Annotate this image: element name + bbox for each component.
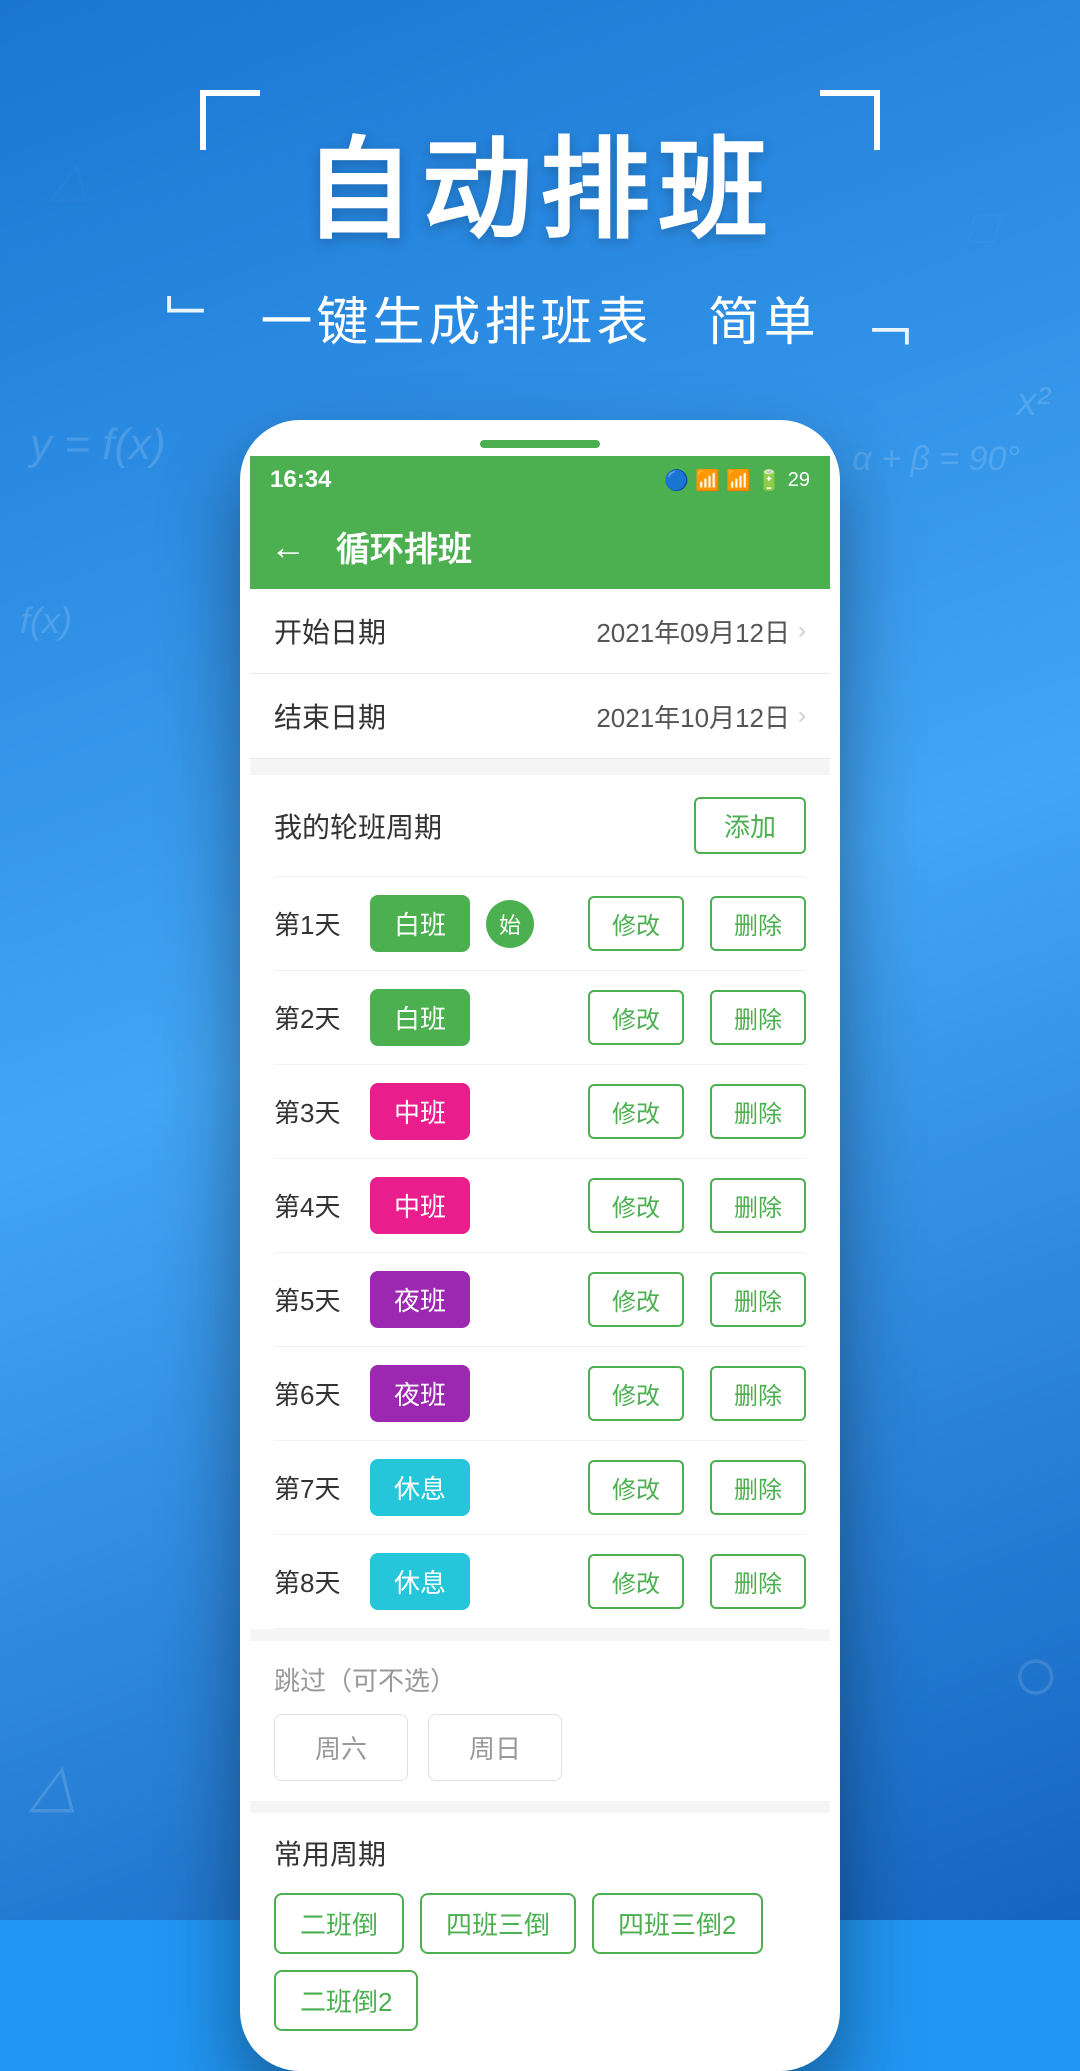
day-label: 第3天 — [274, 1093, 354, 1130]
shift-badge: 白班 — [370, 989, 470, 1046]
page-title: 循环排班 — [336, 522, 472, 571]
skip-sunday[interactable]: 周日 — [428, 1714, 562, 1781]
delete-button[interactable]: 删除 — [710, 990, 806, 1045]
day-label: 第7天 — [274, 1469, 354, 1506]
skip-title: 跳过（可不选） — [274, 1661, 806, 1698]
start-date-value-container: 2021年09月12日 › — [596, 613, 806, 650]
shift-badge: 休息 — [370, 1459, 470, 1516]
status-time: 16:34 — [270, 466, 331, 494]
back-button[interactable]: ← — [270, 526, 306, 568]
start-date-chevron: › — [798, 617, 806, 645]
edit-button[interactable]: 修改 — [588, 1178, 684, 1233]
wifi-icon: 📶 — [726, 468, 751, 493]
delete-button[interactable]: 删除 — [710, 1460, 806, 1515]
end-date-row[interactable]: 结束日期 2021年10月12日 › — [250, 674, 830, 759]
day-row: 第3天中班 修改删除 — [274, 1065, 806, 1159]
hero-subtitle: ﹂ 一键生成排班表 简单 ﹁ — [0, 280, 1080, 355]
period-tag[interactable]: 二班倒 — [274, 1893, 404, 1954]
period-tag[interactable]: 四班三倒 — [420, 1893, 576, 1954]
day-row: 第4天中班 修改删除 — [274, 1159, 806, 1253]
end-date-chevron: › — [798, 702, 806, 730]
edit-button[interactable]: 修改 — [588, 1084, 684, 1139]
status-bar: 16:34 🔵 📶 📶 🔋 29 — [250, 456, 830, 504]
day-row: 第6天夜班 修改删除 — [274, 1347, 806, 1441]
shift-badge: 中班 — [370, 1177, 470, 1234]
shift-badge: 夜班 — [370, 1271, 470, 1328]
phone-mockup-container: 16:34 🔵 📶 📶 🔋 29 ← 循环排班 开始日期 2021年09月12日… — [240, 420, 840, 2071]
edit-button[interactable]: 修改 — [588, 1366, 684, 1421]
day-row: 第1天白班始 修改删除 — [274, 877, 806, 971]
day-label: 第6天 — [274, 1375, 354, 1412]
day-row: 第2天白班 修改删除 — [274, 971, 806, 1065]
day-label: 第5天 — [274, 1281, 354, 1318]
hero-subtitle-text: 一键生成排班表 简单 — [260, 294, 838, 352]
day-row: 第5天夜班 修改删除 — [274, 1253, 806, 1347]
delete-button[interactable]: 删除 — [710, 1366, 806, 1421]
hero-section: 自动排班 ﹂ 一键生成排班表 简单 ﹁ — [0, 100, 1080, 355]
end-date-value: 2021年10月12日 — [596, 698, 790, 735]
delete-button[interactable]: 删除 — [710, 1178, 806, 1233]
battery-icon: 🔋 — [757, 468, 782, 493]
shift-badge: 夜班 — [370, 1365, 470, 1422]
app-header: ← 循环排班 — [250, 504, 830, 589]
day-label: 第8天 — [274, 1563, 354, 1600]
day-label: 第1天 — [274, 905, 354, 942]
end-date-label: 结束日期 — [274, 696, 386, 736]
schedule-header: 我的轮班周期 添加 — [274, 775, 806, 877]
period-tags: 二班倒四班三倒四班三倒2 二班倒2 — [274, 1893, 806, 2031]
skip-options: 周六 周日 — [274, 1714, 806, 1781]
day-label: 第4天 — [274, 1187, 354, 1224]
bracket-left: ﹂ — [166, 294, 222, 352]
edit-button[interactable]: 修改 — [588, 896, 684, 951]
edit-button[interactable]: 修改 — [588, 1554, 684, 1609]
edit-button[interactable]: 修改 — [588, 990, 684, 1045]
add-shift-button[interactable]: 添加 — [694, 797, 806, 854]
shift-badge: 中班 — [370, 1083, 470, 1140]
phone-mockup: 16:34 🔵 📶 📶 🔋 29 ← 循环排班 开始日期 2021年09月12日… — [240, 420, 840, 2071]
edit-button[interactable]: 修改 — [588, 1460, 684, 1515]
delete-button[interactable]: 删除 — [710, 1272, 806, 1327]
section-separator-1 — [250, 759, 830, 775]
common-periods-title: 常用周期 — [274, 1833, 806, 1873]
shift-badge: 白班 — [370, 895, 470, 952]
end-date-value-container: 2021年10月12日 › — [596, 698, 806, 735]
day-label: 第2天 — [274, 999, 354, 1036]
content-area: 开始日期 2021年09月12日 › 结束日期 2021年10月12日 › 我的… — [250, 589, 830, 2051]
delete-button[interactable]: 删除 — [710, 1554, 806, 1609]
period-tag[interactable]: 二班倒2 — [274, 1970, 418, 2031]
day-rows-container: 第1天白班始修改删除第2天白班修改删除第3天中班修改删除第4天中班修改删除第5天… — [274, 877, 806, 1629]
phone-speaker — [480, 440, 600, 448]
day-row: 第7天休息 修改删除 — [274, 1441, 806, 1535]
start-badge: 始 — [486, 900, 534, 948]
bracket-right: ﹁ — [858, 294, 914, 352]
signal-icon: 📶 — [695, 468, 720, 493]
period-tag[interactable]: 四班三倒2 — [592, 1893, 762, 1954]
start-date-row[interactable]: 开始日期 2021年09月12日 › — [250, 589, 830, 674]
skip-saturday[interactable]: 周六 — [274, 1714, 408, 1781]
skip-section: 跳过（可不选） 周六 周日 — [250, 1641, 830, 1801]
status-icons: 🔵 📶 📶 🔋 29 — [664, 468, 810, 493]
schedule-section-title: 我的轮班周期 — [274, 806, 442, 846]
bluetooth-icon: 🔵 — [664, 468, 689, 493]
delete-button[interactable]: 删除 — [710, 1084, 806, 1139]
day-row: 第8天休息 修改删除 — [274, 1535, 806, 1629]
schedule-section: 我的轮班周期 添加 第1天白班始修改删除第2天白班修改删除第3天中班修改删除第4… — [250, 775, 830, 1629]
edit-button[interactable]: 修改 — [588, 1272, 684, 1327]
hero-title: 自动排班 — [0, 100, 1080, 260]
common-periods-section: 常用周期 二班倒四班三倒四班三倒2 二班倒2 — [250, 1813, 830, 2051]
shift-badge: 休息 — [370, 1553, 470, 1610]
start-date-value: 2021年09月12日 — [596, 613, 790, 650]
start-date-label: 开始日期 — [274, 611, 386, 651]
battery-value: 29 — [788, 469, 810, 492]
delete-button[interactable]: 删除 — [710, 896, 806, 951]
